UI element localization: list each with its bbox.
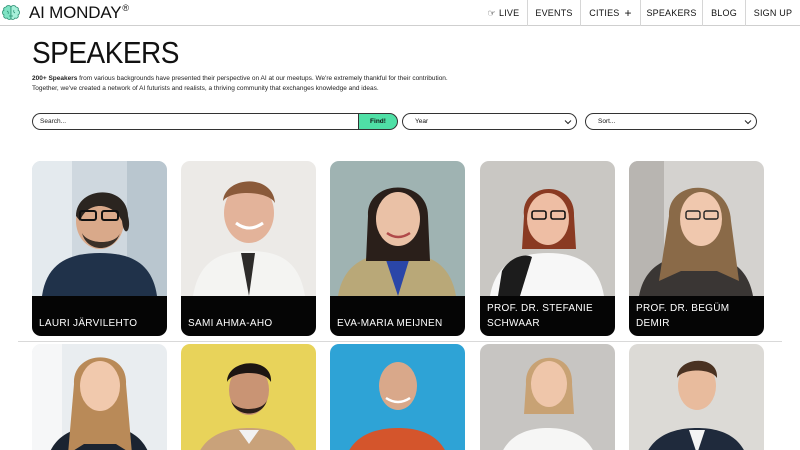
- top-nav-bar: AI MONDAY® ☞ LIVE EVENTS CITIES + SPEAKE…: [0, 0, 800, 26]
- speaker-photo: [629, 161, 764, 296]
- speaker-photo: [32, 161, 167, 296]
- speaker-name: SAMI AHMA-AHO: [181, 296, 316, 336]
- search-input[interactable]: [32, 113, 358, 130]
- row-divider: [18, 341, 782, 342]
- speaker-card[interactable]: [330, 344, 465, 450]
- page-title: SPEAKERS: [32, 36, 179, 70]
- speaker-card[interactable]: SAMI AHMA-AHO: [181, 161, 316, 336]
- speaker-name: LAURI JÄRVILEHTO: [32, 296, 167, 336]
- speaker-card[interactable]: EVA-MARIA MEIJNEN: [330, 161, 465, 336]
- speaker-card[interactable]: [32, 344, 167, 450]
- speaker-card[interactable]: [480, 344, 615, 450]
- main-nav: ☞ LIVE EVENTS CITIES + SPEAKERS BLOG SIG…: [480, 0, 800, 26]
- intro-text: 200+ Speakers from various backgrounds h…: [32, 75, 448, 92]
- chevron-down-icon: [744, 120, 752, 125]
- year-select[interactable]: Year: [402, 113, 577, 130]
- speaker-photo: [480, 344, 615, 450]
- speaker-photo: [629, 344, 764, 450]
- speaker-photo: [480, 161, 615, 296]
- speaker-photo: [181, 161, 316, 296]
- speaker-name: PROF. DR. STEFANIE SCHWAAR: [480, 296, 615, 336]
- sort-select[interactable]: Sort...: [585, 113, 757, 130]
- speaker-name: EVA-MARIA MEIJNEN: [330, 296, 465, 336]
- speaker-card[interactable]: PROF. DR. STEFANIE SCHWAAR: [480, 161, 615, 336]
- nav-blog[interactable]: BLOG: [702, 0, 745, 26]
- speaker-card[interactable]: LAURI JÄRVILEHTO: [32, 161, 167, 336]
- brain-icon: [2, 5, 20, 20]
- speaker-photo: [330, 161, 465, 296]
- speaker-photo: [330, 344, 465, 450]
- nav-speakers[interactable]: SPEAKERS: [640, 0, 702, 26]
- speaker-card[interactable]: [629, 344, 764, 450]
- logo[interactable]: AI MONDAY®: [0, 0, 129, 26]
- speaker-photo: [181, 344, 316, 450]
- nav-sign-up[interactable]: SIGN UP: [745, 0, 800, 26]
- speaker-name: PROF. DR. BEGÜM DEMIR: [629, 296, 764, 336]
- nav-live[interactable]: ☞ LIVE: [480, 0, 527, 26]
- speaker-photo: [32, 344, 167, 450]
- nav-cities[interactable]: CITIES +: [580, 0, 640, 26]
- chevron-down-icon: [564, 120, 572, 125]
- speaker-card[interactable]: [181, 344, 316, 450]
- plus-icon: +: [624, 6, 632, 20]
- find-button[interactable]: Find!: [358, 113, 398, 130]
- speaker-card[interactable]: PROF. DR. BEGÜM DEMIR: [629, 161, 764, 336]
- pointing-hand-icon: ☞: [487, 7, 496, 18]
- nav-events[interactable]: EVENTS: [527, 0, 580, 26]
- brand-name: AI MONDAY®: [29, 3, 129, 22]
